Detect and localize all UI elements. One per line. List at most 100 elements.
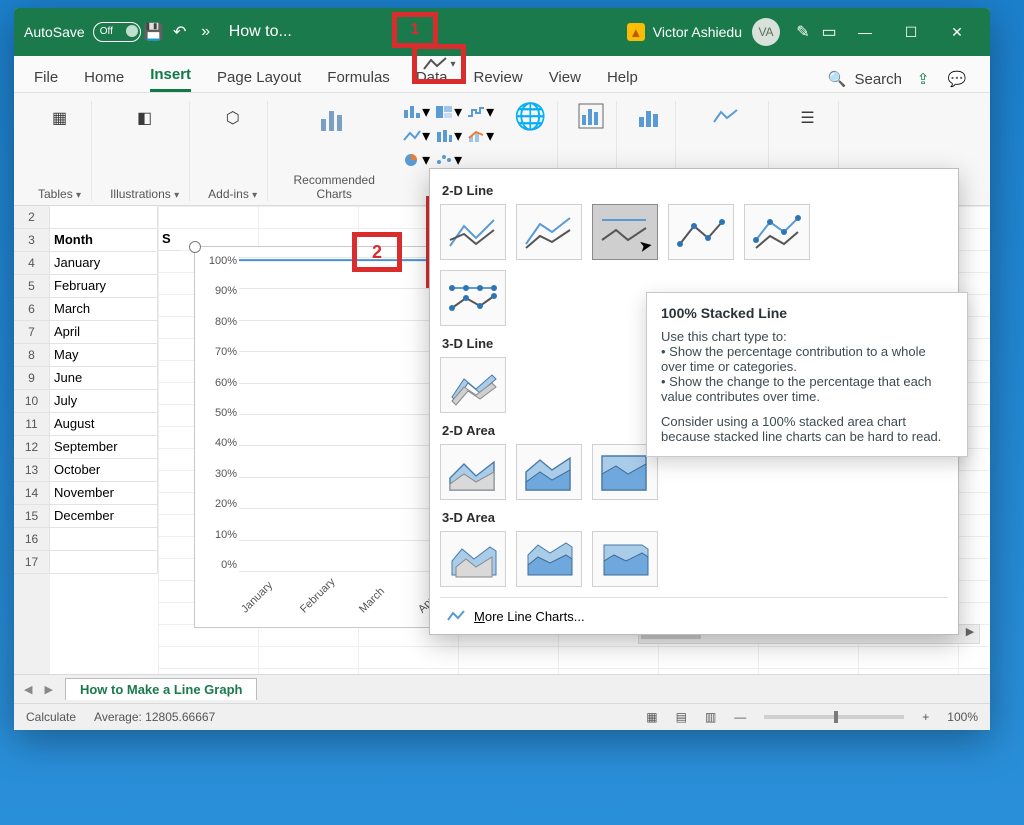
scroll-right-arrow-icon[interactable]: ▶	[961, 625, 979, 641]
cell[interactable]: March	[50, 298, 158, 321]
chart-type-stacked-line-markers[interactable]	[744, 204, 810, 260]
chart-resize-handle[interactable]	[189, 241, 201, 253]
addins-icon: ⬡	[216, 101, 250, 135]
cell[interactable]: April	[50, 321, 158, 344]
chart-type-3d-100-stacked-area[interactable]	[592, 531, 658, 587]
insert-line-chart-button[interactable]: ▾	[402, 125, 430, 147]
sheet-nav-next-icon[interactable]: ▶	[44, 683, 52, 696]
tab-file[interactable]: File	[34, 69, 58, 92]
insert-statistic-chart-button[interactable]: ▾	[434, 125, 462, 147]
insert-pie-chart-button[interactable]: ▾	[402, 149, 430, 171]
row-header[interactable]: 3	[14, 229, 50, 252]
chart-type-3d-stacked-area[interactable]	[516, 531, 582, 587]
cell[interactable]: October	[50, 459, 158, 482]
row-header[interactable]: 11	[14, 413, 50, 436]
view-pagebreak-icon[interactable]: ▥	[705, 710, 716, 724]
cell[interactable]	[50, 528, 158, 551]
group-tables-label: Tables	[38, 187, 73, 201]
chart-type-100-stacked-line-markers[interactable]	[440, 270, 506, 326]
column-a: MonthJanuaryFebruaryMarchAprilMayJuneJul…	[50, 206, 158, 574]
row-header[interactable]: 16	[14, 528, 50, 551]
row-header[interactable]: 5	[14, 275, 50, 298]
tooltip-bullet: • Show the percentage contribution to a …	[661, 344, 953, 374]
chart-type-line-markers[interactable]	[668, 204, 734, 260]
cell[interactable]: September	[50, 436, 158, 459]
insert-stock-chart-button[interactable]: ▾	[466, 101, 494, 123]
chart-type-area[interactable]	[440, 444, 506, 500]
row-header[interactable]: 15	[14, 505, 50, 528]
document-title: How to...	[219, 23, 302, 41]
comments-icon[interactable]: 💬	[944, 66, 970, 92]
chart-type-3d-line[interactable]	[440, 357, 506, 413]
sheet-nav-prev-icon[interactable]: ◀	[24, 683, 32, 696]
group-illustrations[interactable]: ◧ Illustrations ▾	[100, 101, 190, 201]
save-icon[interactable]: 💾	[141, 22, 167, 42]
cell[interactable]: November	[50, 482, 158, 505]
coming-soon-icon[interactable]: ✎	[790, 22, 816, 42]
minimize-button[interactable]: —	[842, 8, 888, 56]
row-header[interactable]: 10	[14, 390, 50, 413]
more-quickaccess-icon[interactable]: »	[193, 23, 219, 41]
row-header[interactable]: 17	[14, 551, 50, 574]
insert-combo-chart-button[interactable]: ▾	[466, 125, 494, 147]
close-button[interactable]: ✕	[934, 8, 980, 56]
chart-type-stacked-line[interactable]	[516, 204, 582, 260]
row-header[interactable]: 7	[14, 321, 50, 344]
cell[interactable]: Month	[50, 229, 158, 252]
cell[interactable]: February	[50, 275, 158, 298]
row-header[interactable]: 4	[14, 252, 50, 275]
chart-type-3d-area[interactable]	[440, 531, 506, 587]
cell[interactable]	[50, 551, 158, 574]
insert-column-chart-button[interactable]: ▾	[402, 101, 430, 123]
chart-type-line[interactable]	[440, 204, 506, 260]
row-header[interactable]: 12	[14, 436, 50, 459]
row-headers: 234567891011121314151617	[14, 206, 50, 674]
row-header[interactable]: 8	[14, 344, 50, 367]
view-normal-icon[interactable]: ▦	[646, 710, 657, 724]
tab-help[interactable]: Help	[607, 69, 638, 92]
row-header[interactable]: 9	[14, 367, 50, 390]
group-recommended-charts[interactable]: Recommended Charts	[276, 101, 392, 201]
tab-view[interactable]: View	[549, 69, 581, 92]
row-header[interactable]: 6	[14, 298, 50, 321]
status-mode: Calculate	[26, 710, 76, 724]
zoom-out-button[interactable]: —	[734, 710, 746, 724]
cell[interactable]: January	[50, 252, 158, 275]
section-3d-area: 3-D Area	[442, 510, 946, 525]
sheet-tab-active[interactable]: How to Make a Line Graph	[65, 678, 258, 700]
cell[interactable]: May	[50, 344, 158, 367]
chart-type-stacked-area[interactable]	[516, 444, 582, 500]
view-pagelayout-icon[interactable]: ▤	[676, 710, 687, 724]
toggle-switch[interactable]: Off	[93, 22, 141, 42]
row-header[interactable]: 2	[14, 206, 50, 229]
maximize-button[interactable]: ☐	[888, 8, 934, 56]
cell[interactable]: July	[50, 390, 158, 413]
undo-icon[interactable]: ↶	[167, 22, 193, 42]
tab-pagelayout[interactable]: Page Layout	[217, 69, 301, 92]
tab-home[interactable]: Home	[84, 69, 124, 92]
cell[interactable]: August	[50, 413, 158, 436]
search-box[interactable]: 🔍 Search	[828, 70, 902, 88]
sparklines-icon	[709, 101, 743, 135]
cell[interactable]: June	[50, 367, 158, 390]
tab-review[interactable]: Review	[474, 69, 523, 92]
more-line-charts-item[interactable]: More Line Charts...	[440, 597, 948, 634]
tab-formulas[interactable]: Formulas	[327, 69, 390, 92]
row-header[interactable]: 14	[14, 482, 50, 505]
recommended-charts-icon	[317, 101, 351, 135]
autosave-toggle[interactable]: AutoSave Off	[24, 22, 141, 42]
cell[interactable]: December	[50, 505, 158, 528]
cell[interactable]	[50, 206, 158, 229]
tab-insert[interactable]: Insert	[150, 66, 191, 92]
group-tables[interactable]: ▦ Tables ▾	[28, 101, 92, 201]
avatar[interactable]: VA	[752, 18, 780, 46]
share-icon[interactable]: ⇪	[910, 66, 936, 92]
zoom-slider[interactable]	[764, 715, 904, 719]
insert-hierarchy-chart-button[interactable]: ▾	[434, 101, 462, 123]
row-header[interactable]: 13	[14, 459, 50, 482]
pivotchart-icon	[576, 101, 606, 136]
zoom-in-button[interactable]: +	[922, 710, 929, 724]
chart-type-100-stacked-line[interactable]: ➤	[592, 204, 658, 260]
group-addins[interactable]: ⬡ Add-ins ▾	[198, 101, 268, 201]
ribbon-display-icon[interactable]: ▭	[816, 22, 842, 42]
